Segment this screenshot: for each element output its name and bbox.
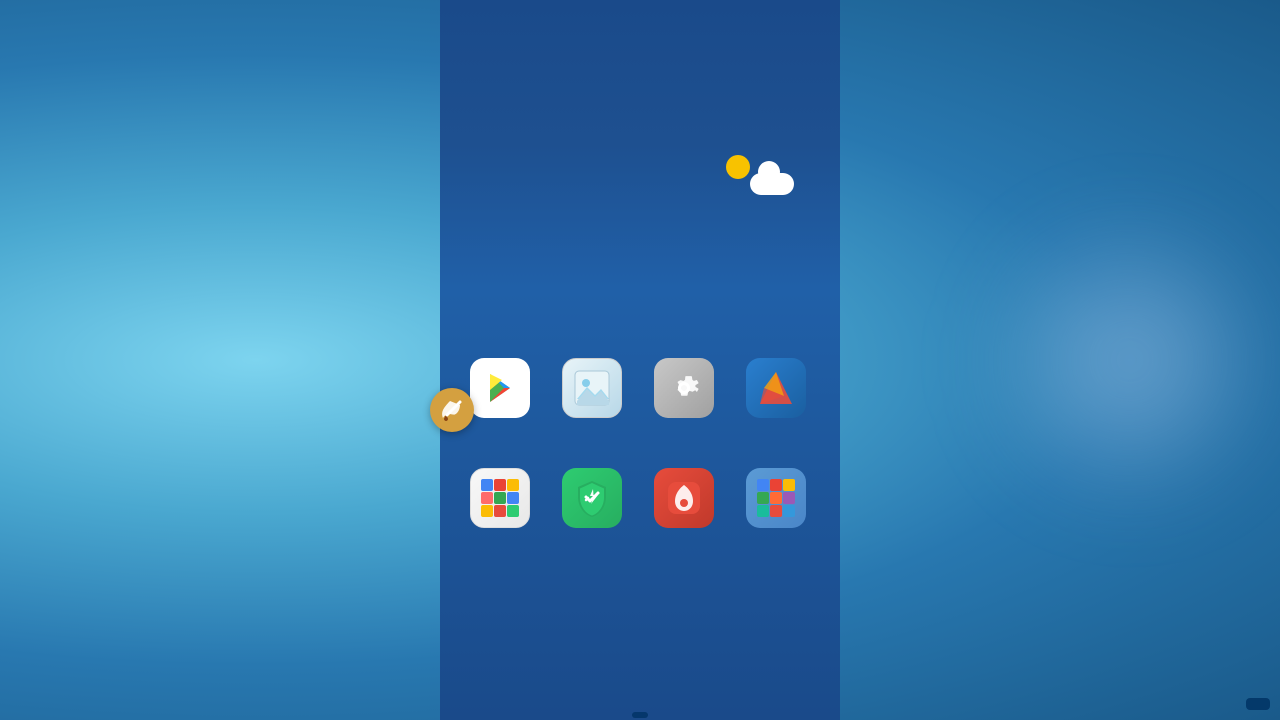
app-grid-row2 [448,468,828,534]
floating-brush[interactable] [430,388,474,432]
tools-icon [746,468,806,528]
app-apps[interactable] [640,468,728,534]
app-tools[interactable] [732,468,820,534]
play-store-icon [470,358,530,418]
app-google-folder[interactable] [456,468,544,534]
du-recorder-watermark [1246,698,1270,710]
settings-icon [654,358,714,418]
app-security[interactable] [548,468,636,534]
app-themes[interactable] [732,358,820,424]
apps-icon [654,468,714,528]
gallery-icon [562,358,622,418]
google-folder-icon [470,468,530,528]
bg-blob [980,210,1280,510]
security-icon [562,468,622,528]
du-recorder-phone-watermark [632,712,648,718]
themes-icon [746,358,806,418]
app-gallery[interactable] [548,358,636,424]
phone-frame: Google [440,0,840,720]
app-settings[interactable] [640,358,728,424]
app-grid-row1 [448,358,828,424]
